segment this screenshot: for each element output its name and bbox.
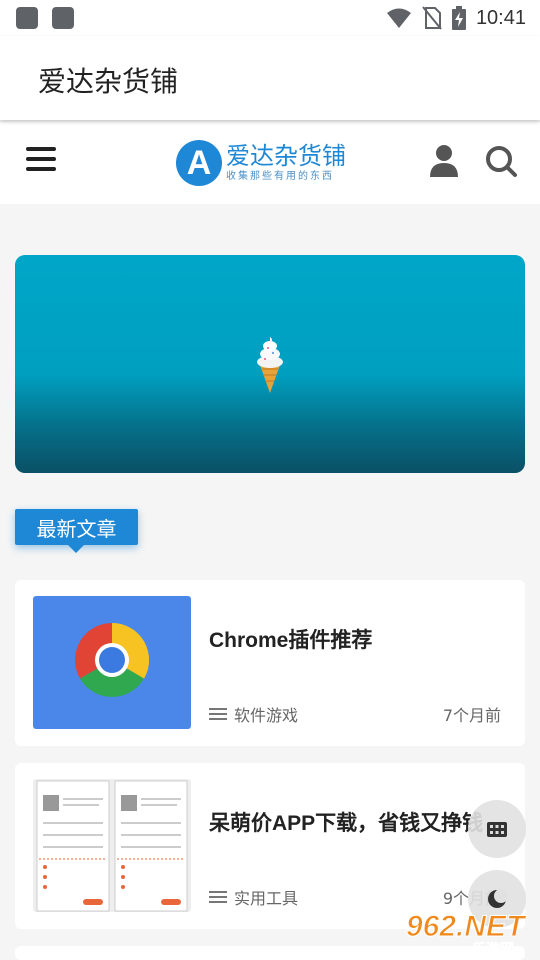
logo-tagline: 收集那些有用的东西 <box>226 171 334 182</box>
site-logo[interactable]: A 爱达杂货铺 收集那些有用的东西 <box>176 138 346 188</box>
article-title[interactable]: 呆萌价APP下载，省钱又挣钱 <box>209 807 483 837</box>
menu-icon[interactable] <box>26 144 60 174</box>
article-thumbnail <box>33 779 191 912</box>
app-square-icon <box>52 7 74 29</box>
chrome-logo-icon <box>75 623 149 697</box>
article-category[interactable]: 实用工具 <box>209 885 298 909</box>
article-category-label: 实用工具 <box>234 889 299 908</box>
article-card[interactable]: Chrome插件推荐 软件游戏 7个月前 <box>15 580 525 746</box>
category-list-icon <box>209 707 227 721</box>
notification-square-icon <box>16 7 38 29</box>
svg-text:962.NET: 962.NET <box>406 910 527 943</box>
article-category-label: 软件游戏 <box>234 706 299 725</box>
app-screenshots-image <box>36 780 188 912</box>
ice-cream-icon <box>257 337 283 393</box>
article-thumbnail <box>33 596 191 729</box>
status-bar: 10:41 <box>0 0 540 36</box>
logo-name: 爱达杂货铺 <box>226 142 346 170</box>
qr-code-icon <box>487 822 507 837</box>
banner-carousel[interactable] <box>15 255 525 473</box>
article-time: 7个月前 <box>442 706 501 725</box>
category-list-icon <box>209 890 227 904</box>
logo-letter: A <box>176 140 222 186</box>
article-card[interactable]: 呆萌价APP下载，省钱又挣钱 实用工具 9个月前 <box>15 763 525 929</box>
section-label: 最新文章 <box>15 509 138 553</box>
app-title: 爱达杂货铺 <box>38 66 179 97</box>
no-sim-icon <box>422 6 442 30</box>
watermark-logo: 962.NET 乐游网 <box>406 910 528 959</box>
wifi-icon <box>386 8 411 28</box>
site-header: A 爱达杂货铺 收集那些有用的东西 <box>0 122 540 204</box>
app-bar: 爱达杂货铺 <box>0 36 540 120</box>
battery-charging-icon <box>451 6 466 30</box>
svg-text:乐游网: 乐游网 <box>472 941 514 958</box>
article-title[interactable]: Chrome插件推荐 <box>209 624 372 654</box>
clock: 10:41 <box>475 6 526 29</box>
article-category[interactable]: 软件游戏 <box>209 702 298 726</box>
search-icon[interactable] <box>484 144 518 178</box>
qr-code-button[interactable] <box>468 800 526 858</box>
user-icon[interactable] <box>428 144 460 178</box>
